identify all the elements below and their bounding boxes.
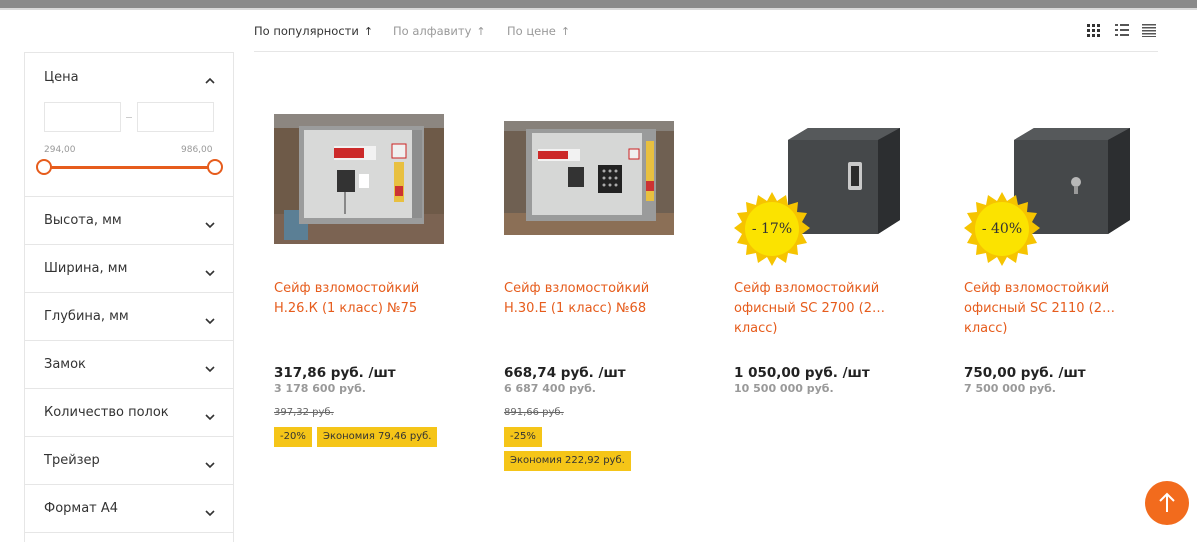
sort-arrow-icon: ↑ (560, 25, 571, 38)
product-alt-price: 6 687 400 руб. (504, 382, 596, 395)
filter-lock[interactable]: Замок (25, 341, 233, 389)
sort-by-popularity[interactable]: По популярности ↑ (254, 24, 373, 38)
discount-badge: -20% (274, 427, 312, 447)
filter-sidebar: Цена 294,00 986,00 Высота, мм Ширина, мм… (24, 52, 234, 542)
price-min-input[interactable] (44, 102, 121, 132)
filter-title: Формат А4 (44, 501, 119, 516)
product-old-price: 397,32 руб. (274, 407, 334, 418)
filter-title: Высота, мм (44, 213, 122, 228)
range-min-label: 294,00 (44, 145, 76, 155)
product-title-line: Сейф взломостойкий офисный SC 2110 (2… (964, 281, 1116, 316)
savings-badge: Экономия 79,46 руб. (317, 427, 438, 447)
chevron-down-icon (205, 263, 215, 277)
product-image[interactable] (274, 114, 444, 244)
product-title-link[interactable]: Сейф взломостойкий Н.26.К (1 класс) №75 (274, 279, 459, 319)
sale-sticker: - 17% (734, 191, 810, 267)
discount-badge: -25% (504, 427, 542, 447)
range-dash (126, 117, 132, 118)
product-alt-price: 7 500 000 руб. (964, 382, 1056, 395)
chevron-down-icon (205, 503, 215, 517)
filter-title: Замок (44, 357, 86, 372)
sale-sticker: - 40% (964, 191, 1040, 267)
product-price: 1 050,00 руб. /шт (734, 365, 870, 381)
chevron-up-icon[interactable] (205, 71, 215, 84)
filter-shelves[interactable]: Количество полок (25, 389, 233, 437)
range-max-label: 986,00 (181, 145, 213, 155)
sort-by-alphabet[interactable]: По алфавиту ↑ (393, 24, 486, 38)
product-alt-price: 3 178 600 руб. (274, 382, 366, 395)
sort-bar: По популярности ↑ По алфавиту ↑ По цене ↑ (254, 22, 1158, 52)
filter-trezor[interactable]: Трейзер (25, 437, 233, 485)
list-view-icon[interactable] (1115, 22, 1129, 36)
grid-view-icon[interactable] (1087, 22, 1101, 37)
product-title-line: Сейф взломостойкий офисный SC 2700 (2… (734, 281, 886, 316)
price-range-max-handle[interactable] (207, 159, 223, 175)
price-filter: Цена 294,00 986,00 (25, 53, 233, 197)
top-bar-shadow (0, 8, 1197, 10)
sort-by-price[interactable]: По цене ↑ (507, 24, 570, 38)
filter-title: Трейзер (44, 453, 100, 468)
top-bar (0, 0, 1197, 10)
chevron-down-icon (205, 359, 215, 373)
product-title-link[interactable]: Сейф взломостойкий офисный SC 2110 (2… к… (964, 279, 1149, 339)
product-title-line: класс) (734, 321, 778, 336)
arrow-up-icon (1159, 492, 1175, 512)
product-old-price: 891,66 руб. (504, 407, 564, 418)
price-max-input[interactable] (137, 102, 214, 132)
filter-width[interactable]: Ширина, мм (25, 245, 233, 293)
filter-title: Цена (44, 70, 79, 85)
product-price: 668,74 руб. /шт (504, 365, 626, 381)
chevron-down-icon (205, 215, 215, 229)
scroll-to-top-button[interactable] (1145, 481, 1189, 525)
sale-sticker-label: - 40% (981, 221, 1023, 237)
sort-arrow-icon: ↑ (363, 25, 374, 38)
product-title-link[interactable]: Сейф взломостойкий офисный SC 2700 (2… к… (734, 279, 919, 339)
chevron-down-icon (205, 455, 215, 469)
filter-height[interactable]: Высота, мм (25, 197, 233, 245)
sort-label: По алфавиту (393, 24, 472, 38)
filter-depth[interactable]: Глубина, мм (25, 293, 233, 341)
sort-label: По популярности (254, 24, 359, 38)
product-image[interactable] (504, 121, 674, 235)
sort-label: По цене (507, 24, 556, 38)
product-alt-price: 10 500 000 руб. (734, 382, 834, 395)
table-view-icon[interactable] (1142, 22, 1156, 37)
product-title-link[interactable]: Сейф взломостойкий Н.30.Е (1 класс) №68 (504, 279, 689, 319)
price-range-track[interactable] (44, 166, 215, 169)
product-title-line: класс) (964, 321, 1008, 336)
product-price: 317,86 руб. /шт (274, 365, 396, 381)
filter-title: Глубина, мм (44, 309, 129, 324)
filter-title: Ширина, мм (44, 261, 128, 276)
savings-badge: Экономия 222,92 руб. (504, 451, 631, 471)
chevron-down-icon (205, 311, 215, 325)
filter-a4-format[interactable]: Формат А4 (25, 485, 233, 533)
chevron-down-icon (205, 407, 215, 421)
price-range-min-handle[interactable] (36, 159, 52, 175)
product-price: 750,00 руб. /шт (964, 365, 1086, 381)
sort-arrow-icon: ↑ (476, 25, 486, 38)
sale-sticker-label: - 17% (751, 221, 793, 237)
filter-title: Количество полок (44, 405, 169, 420)
